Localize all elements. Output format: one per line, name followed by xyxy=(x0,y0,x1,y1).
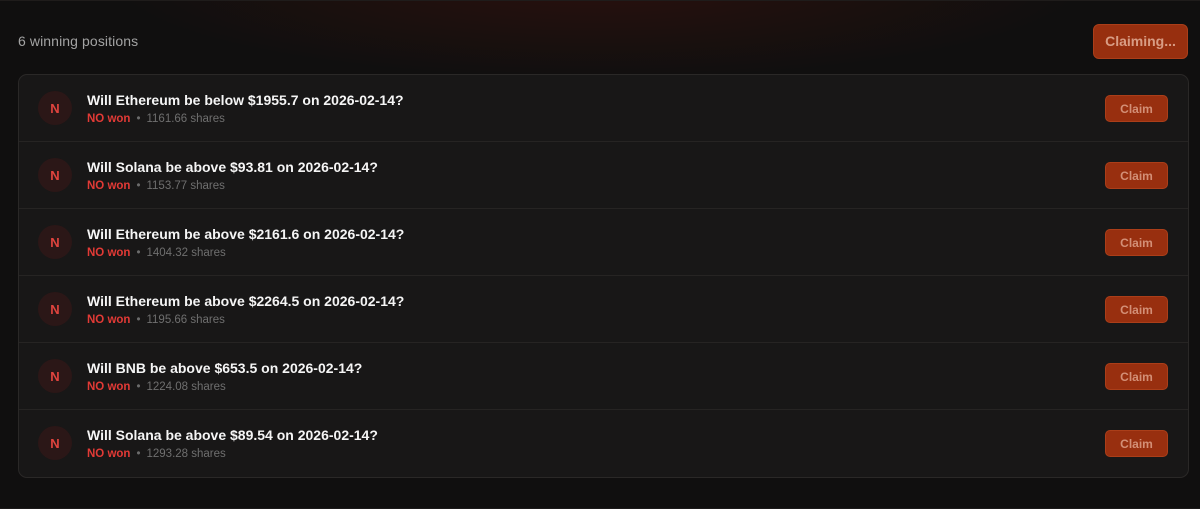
claim-all-button[interactable]: Claiming... xyxy=(1093,23,1188,59)
outcome-avatar: N xyxy=(38,426,72,460)
position-info: Will Solana be above $89.54 on 2026-02-1… xyxy=(87,426,378,461)
winning-positions-page: 6 winning positions Claiming... N Will E… xyxy=(0,0,1200,509)
claim-button[interactable]: Claim xyxy=(1105,430,1168,457)
claim-button[interactable]: Claim xyxy=(1105,296,1168,323)
position-row: N Will Ethereum be above $2161.6 on 2026… xyxy=(19,209,1188,276)
positions-header: 6 winning positions Claiming... xyxy=(18,23,1188,59)
position-meta: NO won • 1404.32 shares xyxy=(87,246,404,260)
outcome-label: NO won xyxy=(87,314,131,326)
position-info: Will Ethereum be above $2264.5 on 2026-0… xyxy=(87,292,404,327)
position-meta: NO won • 1195.66 shares xyxy=(87,313,404,327)
positions-list: N Will Ethereum be below $1955.7 on 2026… xyxy=(18,74,1189,478)
claim-button[interactable]: Claim xyxy=(1105,162,1168,189)
position-info: Will BNB be above $653.5 on 2026-02-14? … xyxy=(87,359,362,394)
claim-button[interactable]: Claim xyxy=(1105,363,1168,390)
position-row: N Will Solana be above $89.54 on 2026-02… xyxy=(19,410,1188,477)
outcome-label: NO won xyxy=(87,113,131,125)
outcome-avatar: N xyxy=(38,359,72,393)
meta-separator: • xyxy=(136,381,141,393)
meta-separator: • xyxy=(136,113,141,125)
position-question: Will Solana be above $93.81 on 2026-02-1… xyxy=(87,159,378,175)
position-question: Will Solana be above $89.54 on 2026-02-1… xyxy=(87,427,378,443)
shares-count: 1293.28 shares xyxy=(146,448,226,460)
outcome-label: NO won xyxy=(87,448,131,460)
position-info: Will Ethereum be below $1955.7 on 2026-0… xyxy=(87,91,404,126)
meta-separator: • xyxy=(136,448,141,460)
position-meta: NO won • 1224.08 shares xyxy=(87,380,362,394)
claim-button[interactable]: Claim xyxy=(1105,229,1168,256)
outcome-avatar: N xyxy=(38,158,72,192)
meta-separator: • xyxy=(136,314,141,326)
shares-count: 1153.77 shares xyxy=(146,180,225,192)
position-question: Will Ethereum be above $2161.6 on 2026-0… xyxy=(87,226,405,242)
shares-count: 1224.08 shares xyxy=(146,381,226,393)
positions-count-label: 6 winning positions xyxy=(18,33,139,49)
meta-separator: • xyxy=(136,180,141,192)
outcome-avatar: N xyxy=(38,292,72,326)
shares-count: 1195.66 shares xyxy=(146,314,225,326)
position-row: N Will Solana be above $93.81 on 2026-02… xyxy=(19,142,1188,209)
position-info: Will Ethereum be above $2161.6 on 2026-0… xyxy=(87,225,404,260)
position-row: N Will BNB be above $653.5 on 2026-02-14… xyxy=(19,343,1188,410)
position-row: N Will Ethereum be below $1955.7 on 2026… xyxy=(19,75,1188,142)
outcome-label: NO won xyxy=(87,381,131,393)
position-question: Will Ethereum be above $2264.5 on 2026-0… xyxy=(87,293,405,309)
position-row: N Will Ethereum be above $2264.5 on 2026… xyxy=(19,276,1188,343)
position-meta: NO won • 1153.77 shares xyxy=(87,179,378,193)
position-meta: NO won • 1293.28 shares xyxy=(87,447,378,461)
outcome-avatar: N xyxy=(38,91,72,125)
position-question: Will BNB be above $653.5 on 2026-02-14? xyxy=(87,360,363,376)
claim-button[interactable]: Claim xyxy=(1105,95,1168,122)
position-meta: NO won • 1161.66 shares xyxy=(87,112,404,126)
outcome-avatar: N xyxy=(38,225,72,259)
position-info: Will Solana be above $93.81 on 2026-02-1… xyxy=(87,158,378,193)
shares-count: 1161.66 shares xyxy=(146,113,225,125)
outcome-label: NO won xyxy=(87,180,131,192)
outcome-label: NO won xyxy=(87,247,131,259)
shares-count: 1404.32 shares xyxy=(146,247,226,259)
position-question: Will Ethereum be below $1955.7 on 2026-0… xyxy=(87,92,404,108)
meta-separator: • xyxy=(136,247,141,259)
